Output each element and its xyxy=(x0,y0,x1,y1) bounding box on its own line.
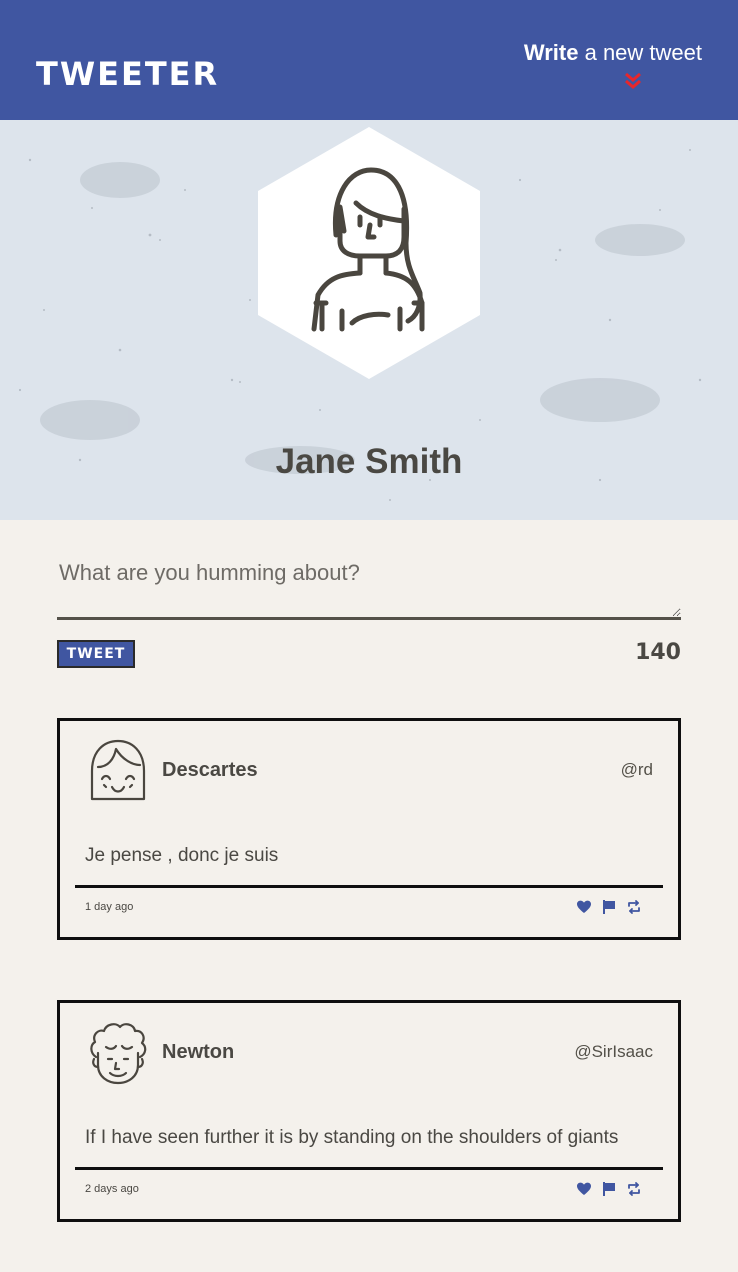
write-new-tweet-label[interactable]: Write a new tweet xyxy=(502,38,702,68)
tweet-divider xyxy=(75,885,663,888)
tweet-author-name: Descartes xyxy=(162,759,258,781)
tweet-text: Je pense , donc je suis xyxy=(85,845,279,866)
tweet-author-name: Newton xyxy=(162,1041,235,1063)
tweet-card: Descartes @rd Je pense , donc je suis 1 … xyxy=(57,718,681,940)
tweet-author-handle: @rd xyxy=(620,760,653,779)
tweet-submit-button[interactable]: TWEET xyxy=(57,640,135,668)
profile-header: Jane Smith xyxy=(0,120,738,520)
tweet-card: Newton @SirIsaac If I have seen further … xyxy=(57,1000,681,1222)
flag-icon[interactable] xyxy=(601,899,617,915)
tweet-text: If I have seen further it is by standing… xyxy=(85,1127,619,1148)
retweet-icon[interactable] xyxy=(626,1181,642,1197)
tweet-composer: TWEET 140 xyxy=(57,540,681,668)
tweet-actions xyxy=(576,897,648,917)
profile-name: Jane Smith xyxy=(275,442,463,481)
heart-icon[interactable] xyxy=(576,899,592,915)
tweet-timestamp: 2 days ago xyxy=(85,1183,139,1195)
tweet-divider xyxy=(75,1167,663,1170)
woman-avatar-icon xyxy=(258,127,480,379)
write-new-tweet-button[interactable]: Write a new tweet xyxy=(502,38,702,94)
character-counter: 140 xyxy=(635,640,681,665)
heart-icon[interactable] xyxy=(576,1181,592,1197)
retweet-icon[interactable] xyxy=(626,899,642,915)
tweet-actions xyxy=(576,1179,648,1199)
flag-icon[interactable] xyxy=(601,1181,617,1197)
smiling-girl-avatar-icon xyxy=(90,739,146,801)
tweet-textarea[interactable] xyxy=(57,540,681,620)
tweet-author-handle: @SirIsaac xyxy=(574,1042,653,1061)
curly-hair-man-avatar-icon xyxy=(90,1023,147,1085)
double-chevron-down-icon[interactable] xyxy=(624,72,642,90)
tweet-timestamp: 1 day ago xyxy=(85,901,134,913)
brand-logo[interactable]: TWEETER xyxy=(36,52,219,96)
top-navbar: TWEETER Write a new tweet xyxy=(0,0,738,120)
